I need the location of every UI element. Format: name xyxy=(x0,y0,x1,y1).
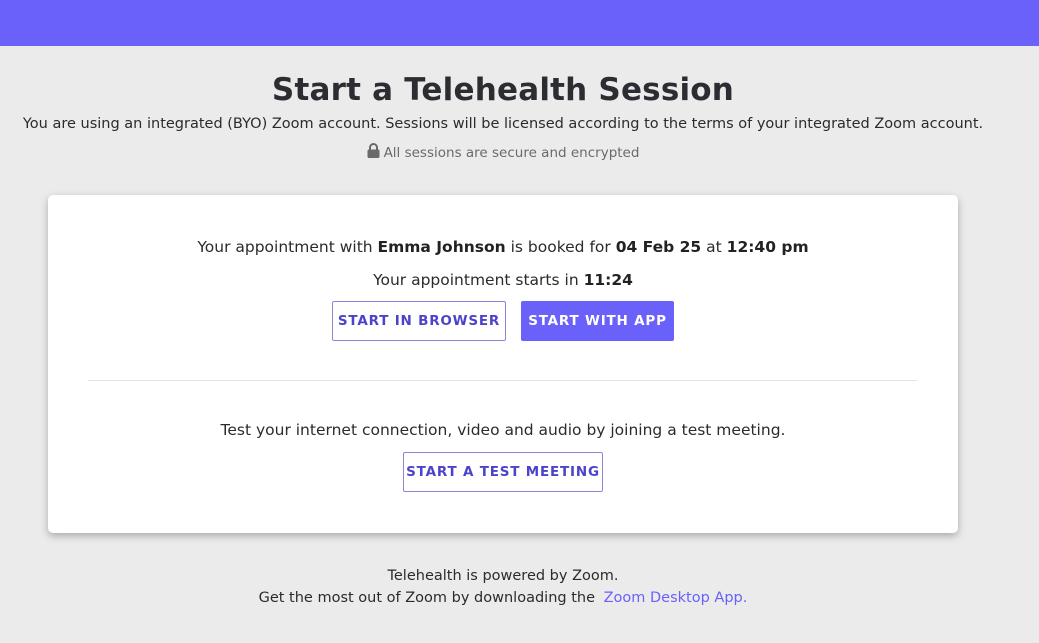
zoom-desktop-app-link[interactable]: Zoom Desktop App. xyxy=(604,590,748,606)
patient-name: Emma Johnson xyxy=(377,238,506,256)
secure-notice: All sessions are secure and encrypted xyxy=(0,143,1006,162)
lock-icon xyxy=(367,143,380,162)
appointment-details: Your appointment with Emma Johnson is bo… xyxy=(48,238,958,256)
session-card: Your appointment with Emma Johnson is bo… xyxy=(48,195,958,533)
countdown-line: Your appointment starts in 11:24 xyxy=(48,271,958,289)
download-prefix: Get the most out of Zoom by downloading … xyxy=(258,590,595,606)
appointment-time: 12:40 pm xyxy=(726,238,809,256)
countdown-prefix: Your appointment starts in xyxy=(373,271,579,289)
secure-text: All sessions are secure and encrypted xyxy=(383,145,640,161)
start-with-app-button[interactable]: START WITH APP xyxy=(521,301,674,341)
powered-by-text: Telehealth is powered by Zoom. xyxy=(387,568,619,584)
countdown-value: 11:24 xyxy=(583,271,633,289)
divider xyxy=(88,380,917,381)
start-in-browser-button[interactable]: START IN BROWSER xyxy=(332,301,506,341)
at-label: at xyxy=(706,238,722,256)
appointment-prefix: Your appointment with xyxy=(197,238,373,256)
appointment-date: 04 Feb 25 xyxy=(615,238,702,256)
top-bar xyxy=(0,0,1039,46)
download-prompt: Get the most out of Zoom by downloading … xyxy=(0,590,1006,606)
byo-notice: You are using an integrated (BYO) Zoom a… xyxy=(22,116,984,132)
test-meeting-description: Test your internet connection, video and… xyxy=(220,421,786,439)
start-test-meeting-button[interactable]: START A TEST MEETING xyxy=(403,452,603,492)
page-title: Start a Telehealth Session xyxy=(271,72,735,108)
booked-for-label: is booked for xyxy=(510,238,611,256)
